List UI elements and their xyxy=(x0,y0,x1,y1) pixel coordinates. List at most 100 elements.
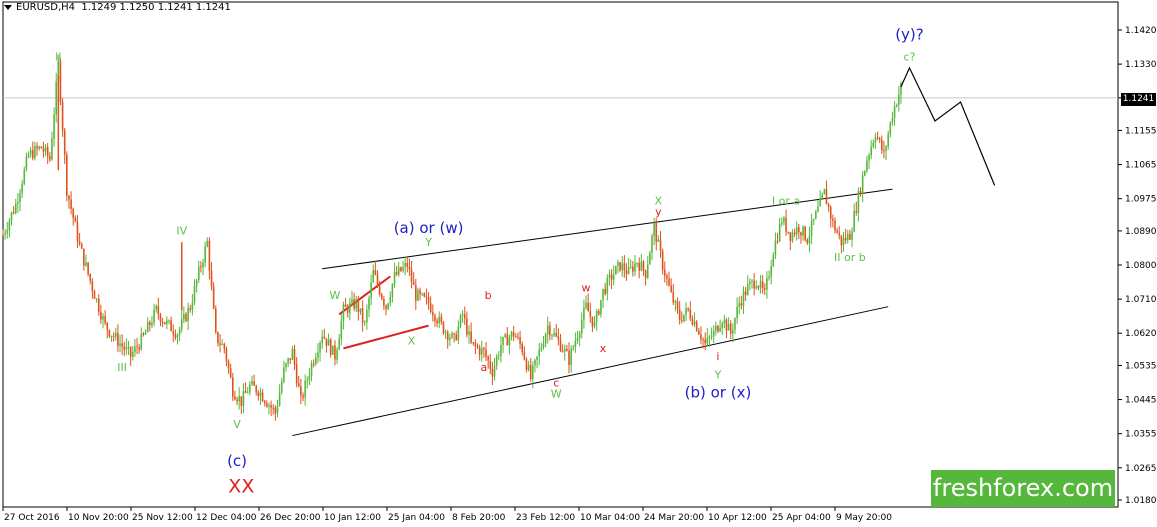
candle-body xyxy=(434,315,436,321)
candle-body xyxy=(563,349,566,352)
candle-body xyxy=(21,183,23,193)
candle-body xyxy=(849,233,851,240)
freshforex-watermark: freshforex.com xyxy=(931,470,1115,507)
candle-body xyxy=(444,332,447,334)
candle-body xyxy=(583,307,585,321)
triangle-upper-line xyxy=(338,275,391,316)
candle-body xyxy=(102,316,104,320)
candle-body xyxy=(389,296,392,304)
candle-body xyxy=(397,267,400,275)
plot-frame xyxy=(2,1,1119,508)
candle-body xyxy=(829,207,832,219)
candle-body xyxy=(702,339,704,341)
candle-body xyxy=(729,323,732,334)
candle-body xyxy=(140,333,143,350)
candle-body xyxy=(700,334,702,340)
candle-body xyxy=(759,281,762,288)
candle-body xyxy=(895,104,898,107)
candle-body xyxy=(172,331,175,335)
candle-body xyxy=(346,307,349,313)
candle-body xyxy=(283,367,285,382)
candle-body xyxy=(380,294,383,299)
candle-body xyxy=(621,263,624,271)
wave-label: y xyxy=(655,206,662,219)
candle-body xyxy=(153,309,155,323)
candle-body xyxy=(174,334,177,338)
candle-body xyxy=(740,303,743,306)
candle-body xyxy=(349,303,351,313)
candle-body xyxy=(881,139,883,151)
candle-body xyxy=(742,291,745,306)
candle-body xyxy=(870,146,872,156)
candle-body xyxy=(59,60,62,102)
candle-body xyxy=(476,346,479,348)
candle-body xyxy=(210,270,213,287)
candle-body xyxy=(474,342,477,347)
candle-body xyxy=(263,401,266,404)
candle-body xyxy=(668,278,670,286)
candle-body xyxy=(353,299,355,309)
x-tick-label: 26 Dec 20:00 xyxy=(260,513,321,523)
candle-body xyxy=(274,407,277,414)
x-tick-label: 10 Nov 20:00 xyxy=(68,513,129,523)
wave-label: V xyxy=(233,418,241,431)
candle-body xyxy=(438,316,441,324)
candle-body xyxy=(17,202,19,204)
price-chart[interactable]: 1.1420 1.1330 1.1155 1.1065 1.0975 1.0890 1.08… xyxy=(0,0,1157,527)
candle-body xyxy=(553,333,555,336)
x-tick-label: 23 Feb 12:00 xyxy=(516,513,575,523)
candle-body xyxy=(329,339,332,355)
candle-body xyxy=(321,336,323,343)
candle-body xyxy=(125,347,128,350)
candle-body xyxy=(666,275,668,279)
candle-body xyxy=(276,405,279,414)
wave-label: (c) xyxy=(227,452,247,470)
candle-body xyxy=(723,319,726,324)
wave-label: a xyxy=(481,361,488,374)
candle-body xyxy=(651,236,653,253)
candle-body xyxy=(810,220,813,236)
candle-body xyxy=(425,296,428,298)
wave-label: w xyxy=(582,282,591,295)
candle-body xyxy=(27,154,30,157)
candle-body xyxy=(542,344,545,348)
candle-body xyxy=(617,262,619,267)
candle-body xyxy=(640,261,643,271)
candle-body xyxy=(97,298,100,312)
candle-body xyxy=(195,279,198,286)
candle-body xyxy=(506,334,509,346)
candle-body xyxy=(534,359,536,366)
candle-body xyxy=(808,235,811,244)
candle-body xyxy=(491,369,494,377)
candle-body xyxy=(383,298,385,306)
candle-body xyxy=(557,336,560,340)
x-tick-label: 8 Feb 20:00 xyxy=(452,513,506,523)
candle-body xyxy=(721,323,724,328)
candle-body xyxy=(683,314,685,322)
candle-body xyxy=(95,298,98,300)
candle-body xyxy=(308,375,311,380)
candle-body xyxy=(410,269,413,282)
candle-body xyxy=(185,314,187,322)
candle-body xyxy=(774,240,777,255)
candle-body xyxy=(270,405,272,408)
candle-body xyxy=(789,232,792,241)
candle-body xyxy=(461,314,464,316)
candle-body xyxy=(766,278,768,290)
candle-body xyxy=(83,248,85,266)
candle-body xyxy=(8,220,11,231)
candle-body xyxy=(312,363,315,365)
candle-body xyxy=(261,392,264,402)
candle-body xyxy=(91,280,94,292)
candle-body xyxy=(146,322,149,333)
candle-body xyxy=(357,298,360,312)
wave-label: II or b xyxy=(834,251,866,264)
candle-body xyxy=(512,331,515,337)
candle-body xyxy=(636,263,638,265)
candle-body xyxy=(225,348,228,362)
candle-body xyxy=(861,175,864,194)
candle-body xyxy=(815,211,817,219)
candle-body xyxy=(121,343,123,347)
candle-body xyxy=(561,350,564,352)
candle-body xyxy=(234,396,236,400)
